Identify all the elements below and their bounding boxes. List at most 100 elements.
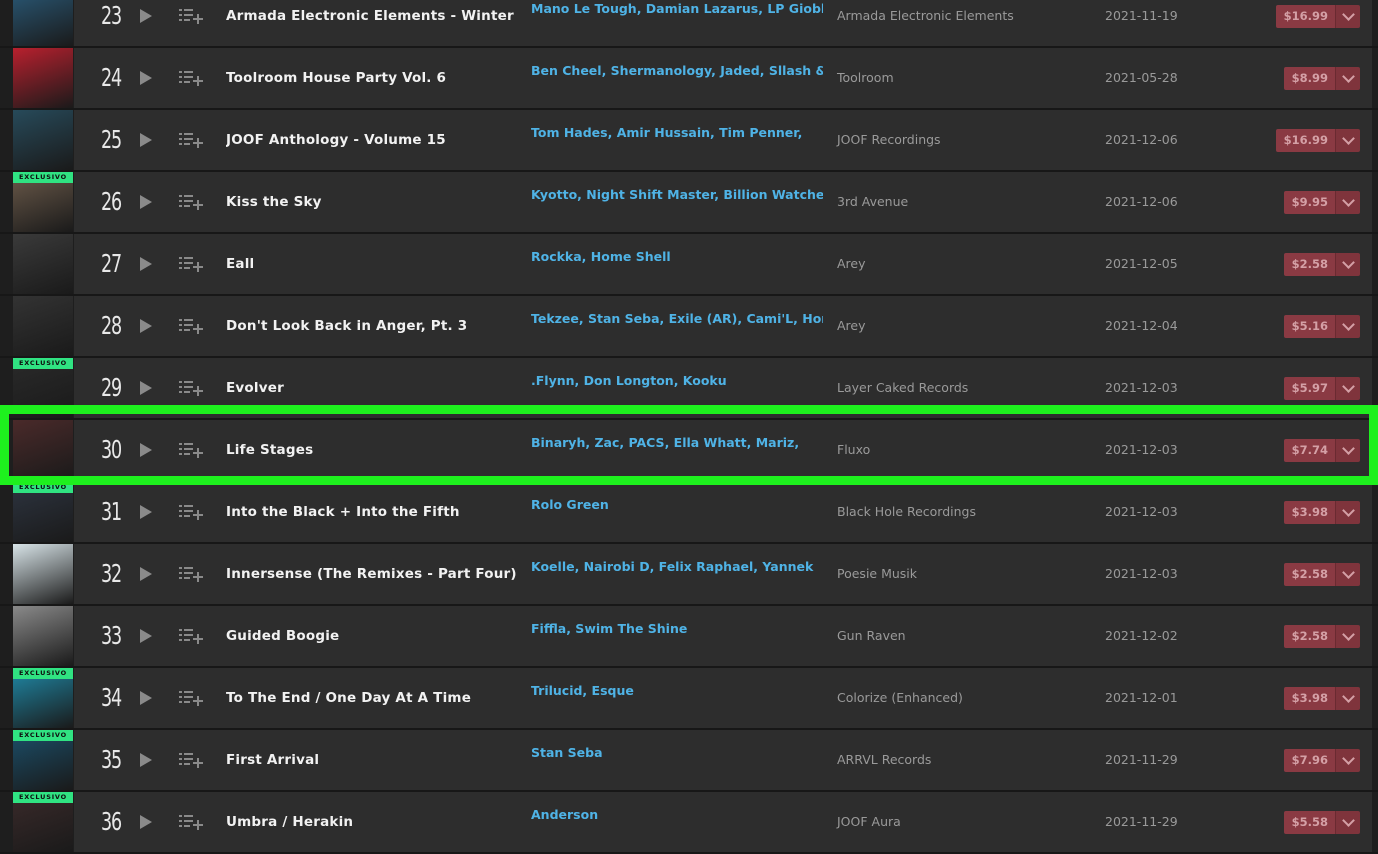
release-title[interactable]: Umbra / Herakin	[226, 792, 516, 852]
add-to-queue-icon[interactable]	[179, 442, 203, 458]
play-icon[interactable]	[140, 195, 152, 209]
price[interactable]: $2.58	[1283, 625, 1335, 648]
add-to-queue-icon[interactable]	[179, 256, 203, 272]
chevron-down-icon[interactable]	[1335, 191, 1360, 214]
play-icon[interactable]	[140, 319, 152, 333]
add-to-queue-icon[interactable]	[179, 690, 203, 706]
buy-button[interactable]: $2.58	[1283, 253, 1360, 276]
buy-button[interactable]: $3.98	[1283, 501, 1360, 524]
release-title[interactable]: Toolroom House Party Vol. 6	[226, 48, 516, 108]
release-artwork[interactable]	[13, 544, 73, 604]
release-title[interactable]: Eall	[226, 234, 516, 294]
release-artists[interactable]: Fiffla, Swim The Shine	[531, 621, 823, 636]
release-title[interactable]: JOOF Anthology - Volume 15	[226, 110, 516, 170]
play-icon[interactable]	[140, 443, 152, 457]
add-to-queue-icon[interactable]	[179, 628, 203, 644]
buy-button[interactable]: $5.16	[1283, 315, 1360, 338]
release-title[interactable]: Innersense (The Remixes - Part Four)	[226, 544, 516, 604]
price[interactable]: $3.98	[1283, 501, 1335, 524]
release-label[interactable]: JOOF Recordings	[837, 110, 941, 170]
chevron-down-icon[interactable]	[1335, 563, 1360, 586]
release-label[interactable]: Gun Raven	[837, 606, 906, 666]
buy-button[interactable]: $8.99	[1283, 67, 1360, 90]
add-to-queue-icon[interactable]	[179, 132, 203, 148]
release-artwork[interactable]: EXCLUSIVO	[13, 668, 73, 728]
release-label[interactable]: Fluxo	[837, 420, 870, 480]
buy-button[interactable]: $16.99	[1275, 129, 1360, 152]
release-label[interactable]: Layer Caked Records	[837, 358, 968, 418]
buy-button[interactable]: $16.99	[1275, 5, 1360, 28]
chevron-down-icon[interactable]	[1335, 5, 1360, 28]
release-artists[interactable]: Mano Le Tough, Damian Lazarus, LP Giobbi…	[531, 1, 823, 16]
release-label[interactable]: ARRVL Records	[837, 730, 931, 790]
chevron-down-icon[interactable]	[1335, 687, 1360, 710]
release-title[interactable]: Into the Black + Into the Fifth	[226, 482, 516, 542]
buy-button[interactable]: $7.74	[1283, 439, 1360, 462]
price[interactable]: $5.16	[1283, 315, 1335, 338]
release-artwork[interactable]	[13, 48, 73, 108]
release-artists[interactable]: Koelle, Nairobi D, Felix Raphael, Yannek	[531, 559, 823, 574]
play-icon[interactable]	[140, 815, 152, 829]
release-artwork[interactable]: EXCLUSIVO	[13, 482, 73, 542]
release-artists[interactable]: Rolo Green	[531, 497, 823, 512]
release-title[interactable]: First Arrival	[226, 730, 516, 790]
release-artwork[interactable]	[13, 234, 73, 294]
play-icon[interactable]	[140, 133, 152, 147]
release-label[interactable]: 3rd Avenue	[837, 172, 908, 232]
add-to-queue-icon[interactable]	[179, 380, 203, 396]
chevron-down-icon[interactable]	[1335, 315, 1360, 338]
price[interactable]: $7.74	[1283, 439, 1335, 462]
buy-button[interactable]: $7.96	[1283, 749, 1360, 772]
release-label[interactable]: Toolroom	[837, 48, 894, 108]
release-title[interactable]: Life Stages	[226, 420, 516, 480]
release-artists[interactable]: Ben Cheel, Shermanology, Jaded, Sllash &	[531, 63, 823, 78]
release-artwork[interactable]	[13, 420, 73, 480]
play-icon[interactable]	[140, 381, 152, 395]
chevron-down-icon[interactable]	[1335, 129, 1360, 152]
chevron-down-icon[interactable]	[1335, 811, 1360, 834]
buy-button[interactable]: $2.58	[1283, 625, 1360, 648]
price[interactable]: $16.99	[1275, 129, 1335, 152]
release-label[interactable]: Colorize (Enhanced)	[837, 668, 963, 728]
chevron-down-icon[interactable]	[1335, 67, 1360, 90]
release-artists[interactable]: Binaryh, Zac, PACS, Ella Whatt, Mariz,	[531, 435, 823, 450]
release-artwork[interactable]	[13, 606, 73, 666]
price[interactable]: $5.97	[1283, 377, 1335, 400]
release-title[interactable]: Kiss the Sky	[226, 172, 516, 232]
buy-button[interactable]: $5.58	[1283, 811, 1360, 834]
price[interactable]: $9.95	[1283, 191, 1335, 214]
add-to-queue-icon[interactable]	[179, 566, 203, 582]
play-icon[interactable]	[140, 691, 152, 705]
play-icon[interactable]	[140, 567, 152, 581]
price[interactable]: $8.99	[1283, 67, 1335, 90]
add-to-queue-icon[interactable]	[179, 194, 203, 210]
release-artists[interactable]: Tekzee, Stan Seba, Exile (AR), Cami'L, H…	[531, 311, 823, 326]
price[interactable]: $2.58	[1283, 563, 1335, 586]
buy-button[interactable]: $5.97	[1283, 377, 1360, 400]
buy-button[interactable]: $2.58	[1283, 563, 1360, 586]
add-to-queue-icon[interactable]	[179, 814, 203, 830]
chevron-down-icon[interactable]	[1335, 625, 1360, 648]
release-artists[interactable]: Trilucid, Esque	[531, 683, 823, 698]
chevron-down-icon[interactable]	[1335, 377, 1360, 400]
release-artists[interactable]: Anderson	[531, 807, 823, 822]
add-to-queue-icon[interactable]	[179, 504, 203, 520]
price[interactable]: $2.58	[1283, 253, 1335, 276]
release-artwork[interactable]	[13, 110, 73, 170]
chevron-down-icon[interactable]	[1335, 501, 1360, 524]
release-artists[interactable]: Rockka, Home Shell	[531, 249, 823, 264]
release-artwork[interactable]	[13, 0, 73, 46]
add-to-queue-icon[interactable]	[179, 8, 203, 24]
release-label[interactable]: Arey	[837, 234, 866, 294]
chevron-down-icon[interactable]	[1335, 439, 1360, 462]
release-artwork[interactable]: EXCLUSIVO	[13, 358, 73, 418]
price[interactable]: $3.98	[1283, 687, 1335, 710]
chevron-down-icon[interactable]	[1335, 253, 1360, 276]
add-to-queue-icon[interactable]	[179, 318, 203, 334]
release-artwork[interactable]	[13, 296, 73, 356]
play-icon[interactable]	[140, 71, 152, 85]
chevron-down-icon[interactable]	[1335, 749, 1360, 772]
release-title[interactable]: Evolver	[226, 358, 516, 418]
release-title[interactable]: To The End / One Day At A Time	[226, 668, 516, 728]
release-label[interactable]: JOOF Aura	[837, 792, 901, 852]
